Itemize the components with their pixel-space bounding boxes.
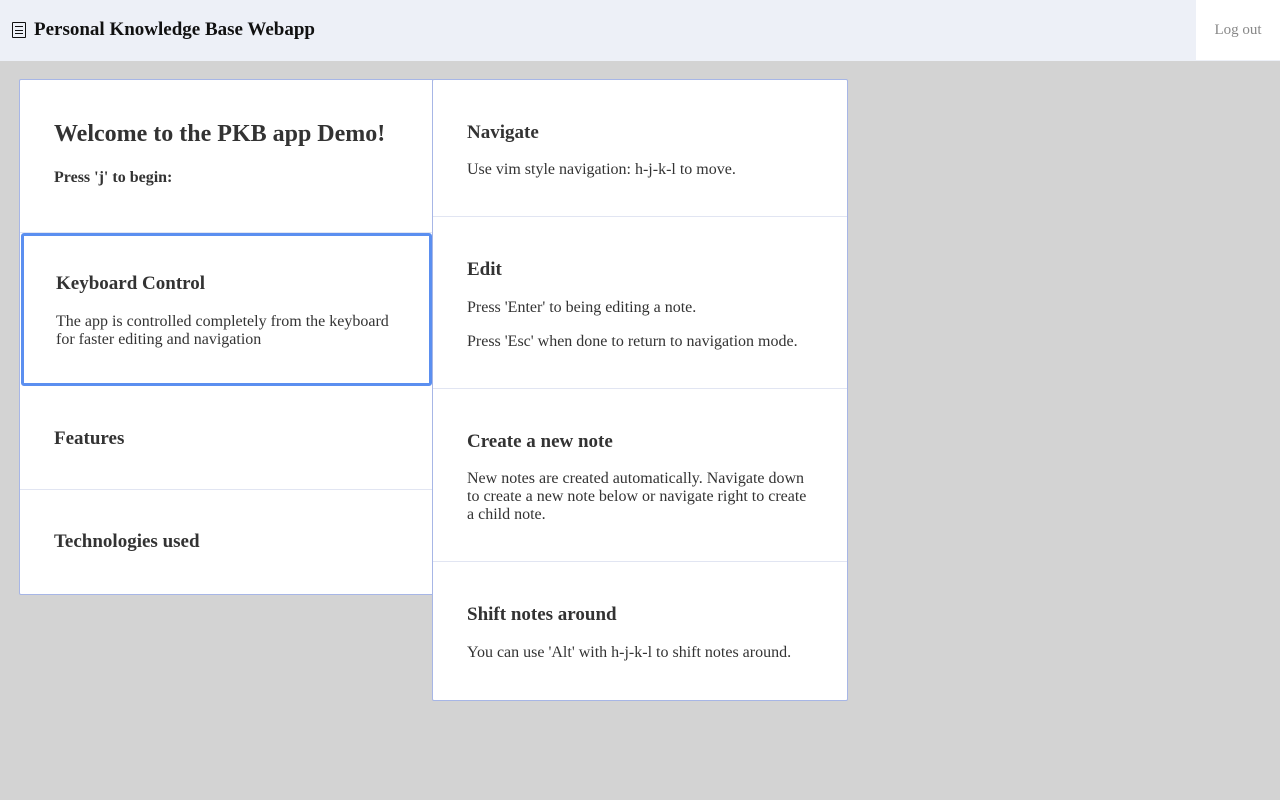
- note-edit[interactable]: Edit Press 'Enter' to being editing a no…: [433, 217, 847, 389]
- notes-column-right: Navigate Use vim style navigation: h-j-k…: [432, 79, 848, 701]
- note-body: Use vim style navigation: h-j-k-l to mov…: [467, 161, 736, 178]
- logout-button[interactable]: Log out: [1196, 0, 1280, 60]
- note-title: Shift notes around: [467, 604, 617, 625]
- note-shift[interactable]: Shift notes around You can use 'Alt' wit…: [433, 562, 847, 700]
- note-title: Features: [54, 428, 125, 449]
- note-keyboard-control[interactable]: Keyboard Control The app is controlled c…: [21, 233, 432, 386]
- note-title: Edit: [467, 259, 502, 280]
- note-title: Navigate: [467, 122, 539, 143]
- note-title: Keyboard Control: [56, 273, 206, 294]
- note-technologies[interactable]: Technologies used: [20, 490, 433, 593]
- brand: Personal Knowledge Base Webapp: [12, 19, 315, 41]
- note-title: Welcome to the PKB app Demo!: [54, 121, 386, 147]
- note-navigate[interactable]: Navigate Use vim style navigation: h-j-k…: [433, 80, 847, 217]
- document-menu-icon[interactable]: [12, 22, 26, 38]
- notes-column-left: Welcome to the PKB app Demo! Press 'j' t…: [19, 79, 434, 595]
- note-title: Technologies used: [54, 531, 200, 552]
- note-body: Press 'Esc' when done to return to navig…: [467, 333, 798, 350]
- note-title: Create a new note: [467, 431, 613, 452]
- note-welcome[interactable]: Welcome to the PKB app Demo! Press 'j' t…: [20, 80, 433, 233]
- note-features[interactable]: Features: [20, 387, 433, 490]
- note-subtitle: Press 'j' to begin:: [54, 169, 173, 186]
- note-body: You can use 'Alt' with h-j-k-l to shift …: [467, 644, 792, 661]
- note-body: New notes are created automatically. Nav…: [467, 470, 807, 523]
- note-body: Press 'Enter' to being editing a note.: [467, 299, 697, 316]
- note-create[interactable]: Create a new note New notes are created …: [433, 389, 847, 562]
- app-header: Personal Knowledge Base Webapp Log out: [0, 0, 1280, 61]
- note-body: The app is controlled completely from th…: [56, 313, 389, 348]
- app-title: Personal Knowledge Base Webapp: [34, 19, 315, 40]
